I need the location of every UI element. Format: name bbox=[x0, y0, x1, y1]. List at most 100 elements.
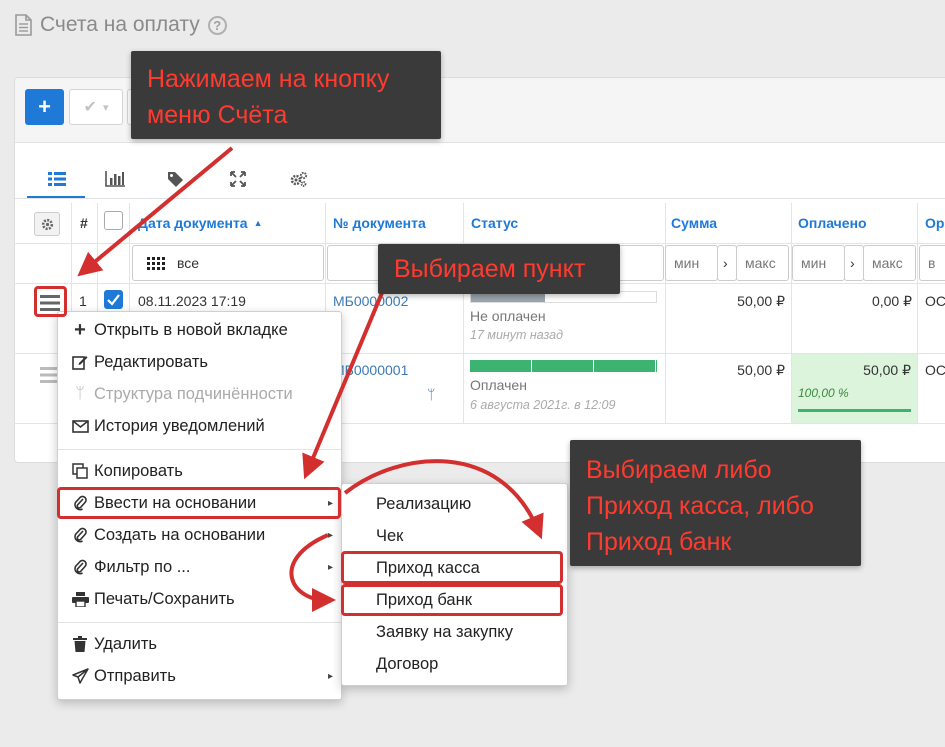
row-sum: 50,00 ₽ bbox=[737, 362, 785, 378]
col-divider bbox=[463, 203, 464, 423]
tags-icon bbox=[168, 172, 183, 187]
row-status: Оплачен bbox=[470, 377, 527, 393]
row-paid: 0,00 ₽ bbox=[871, 293, 912, 309]
row-number-link[interactable]: МБ0000002 bbox=[333, 293, 408, 309]
row-org: ОС bbox=[925, 293, 945, 309]
plus-icon: + bbox=[74, 318, 86, 341]
copy-icon bbox=[58, 463, 94, 479]
submenu-item-realization[interactable]: Реализацию bbox=[342, 489, 567, 519]
row-date: 08.11.2023 17:19 bbox=[138, 293, 246, 309]
callout-choose-either: Выбираем либо Приход касса, либо Приход … bbox=[570, 440, 861, 566]
printer-icon bbox=[58, 591, 94, 607]
row-sum: 50,00 ₽ bbox=[737, 293, 785, 309]
sort-asc-icon: ▲ bbox=[253, 218, 263, 228]
callout-line: Выбираем пункт bbox=[394, 255, 586, 283]
document-icon bbox=[15, 14, 32, 36]
sum-min-input[interactable]: мин bbox=[665, 245, 718, 281]
date-filter[interactable]: все bbox=[132, 245, 324, 281]
row-index: 1 bbox=[79, 293, 87, 309]
page-header: Счета на оплату ? bbox=[14, 12, 227, 38]
row-paid: 50,00 ₽ bbox=[863, 362, 911, 378]
menu-item-print-save[interactable]: Печать/Сохранить bbox=[58, 584, 341, 614]
list-icon bbox=[48, 172, 66, 186]
submenu-item-contract[interactable]: Договор bbox=[342, 649, 567, 679]
callout-choose-item: Выбираем пункт bbox=[378, 244, 620, 294]
select-all-checkbox[interactable] bbox=[104, 211, 123, 230]
menu-item-filter-by[interactable]: Фильтр по ... ▸ bbox=[58, 552, 341, 582]
date-filter-value: все bbox=[177, 255, 200, 271]
menu-item-create-based-on[interactable]: Создать на основании ▸ bbox=[58, 520, 341, 550]
paperclip-icon bbox=[58, 559, 94, 575]
row-checkbox[interactable] bbox=[104, 290, 123, 309]
paid-min-input[interactable]: мин bbox=[792, 245, 845, 281]
tab-settings[interactable] bbox=[284, 164, 314, 194]
menu-item-edit[interactable]: Редактировать bbox=[58, 347, 341, 377]
check-icon: ✔ bbox=[83, 99, 97, 116]
paid-underline bbox=[798, 409, 911, 412]
col-header-date[interactable]: Дата документа ▲ bbox=[132, 203, 263, 243]
menu-divider bbox=[58, 622, 341, 623]
menu-item-notifications-history[interactable]: История уведомлений bbox=[58, 411, 341, 441]
menu-item-label: Структура подчинённости bbox=[94, 384, 293, 403]
branch-icon[interactable]: ᛘ bbox=[427, 386, 435, 402]
menu-item-send[interactable]: Отправить ▸ bbox=[58, 661, 341, 691]
menu-item-label: Удалить bbox=[94, 634, 157, 653]
row-status: Не оплачен bbox=[470, 308, 546, 324]
bar-chart-icon bbox=[105, 171, 125, 187]
edit-icon bbox=[58, 354, 94, 370]
check-icon bbox=[107, 294, 120, 306]
submenu-caret-icon: ▸ bbox=[327, 529, 333, 541]
callout-line: Приход банк bbox=[586, 528, 732, 556]
menu-item-open-new-tab[interactable]: + Открыть в новой вкладке bbox=[58, 315, 341, 345]
col-header-org[interactable]: Ор bbox=[919, 203, 944, 243]
page-title: Счета на оплату bbox=[40, 13, 200, 36]
submenu-caret-icon: ▸ bbox=[327, 561, 333, 573]
col-header-paid[interactable]: Оплачено bbox=[792, 203, 867, 243]
sum-range-arrow: › bbox=[717, 245, 737, 281]
col-header-number[interactable]: № документа bbox=[327, 203, 426, 243]
menu-item-copy[interactable]: Копировать bbox=[58, 456, 341, 486]
row-status-time: 17 минут назад bbox=[470, 328, 563, 342]
column-settings-button[interactable] bbox=[34, 212, 60, 236]
tab-tags[interactable] bbox=[161, 164, 191, 194]
paid-range-arrow: › bbox=[844, 245, 864, 281]
gear-icon bbox=[41, 218, 53, 230]
col-header-date-label: Дата документа bbox=[138, 215, 248, 231]
row-org: ОС bbox=[925, 362, 945, 378]
row-paid-percent: 100,00 % bbox=[798, 386, 849, 400]
col-header-status[interactable]: Статус bbox=[465, 203, 518, 243]
tab-fullscreen[interactable] bbox=[223, 164, 253, 194]
sum-max-input[interactable]: макс bbox=[736, 245, 789, 281]
view-tabs bbox=[15, 164, 945, 199]
menu-item-hierarchy: ᛘ Структура подчинённости bbox=[58, 379, 341, 409]
submenu-item-receipt[interactable]: Чек bbox=[342, 521, 567, 551]
menu-divider bbox=[58, 449, 341, 450]
check-dropdown-button[interactable]: ✔ ▾ bbox=[69, 89, 123, 125]
org-filter[interactable]: в bbox=[919, 245, 945, 281]
submenu-item-purchase-request[interactable]: Заявку на закупку bbox=[342, 617, 567, 647]
branch-icon: ᛘ bbox=[75, 385, 85, 402]
menu-item-label: Копировать bbox=[94, 461, 183, 480]
menu-item-label: Редактировать bbox=[94, 352, 208, 371]
highlight-enter-based-on bbox=[57, 487, 341, 519]
tab-list[interactable] bbox=[42, 164, 72, 194]
expand-icon bbox=[230, 171, 246, 187]
help-icon[interactable]: ? bbox=[207, 15, 227, 35]
add-button[interactable]: + bbox=[25, 89, 64, 125]
menu-item-delete[interactable]: Удалить bbox=[58, 629, 341, 659]
submenu-caret-icon: ▸ bbox=[327, 670, 333, 682]
tabs-divider bbox=[15, 198, 945, 199]
menu-item-label: Фильтр по ... bbox=[94, 557, 191, 576]
col-header-sum[interactable]: Сумма bbox=[665, 203, 717, 243]
callout-line: Выбираем либо bbox=[586, 456, 772, 484]
envelope-icon bbox=[58, 419, 94, 433]
payment-progress-bar bbox=[470, 360, 657, 372]
menu-item-label: Создать на основании bbox=[94, 525, 266, 544]
paid-max-input[interactable]: макс bbox=[863, 245, 916, 281]
callout-menu-button: Нажимаем на кнопку меню Счёта bbox=[131, 51, 441, 139]
row-number-link[interactable]: МБ0000001 bbox=[333, 362, 408, 378]
paperclip-icon bbox=[58, 527, 94, 543]
callout-line: меню Счёта bbox=[147, 101, 288, 129]
tab-chart[interactable] bbox=[100, 164, 130, 194]
payment-progress-fill bbox=[470, 360, 657, 372]
